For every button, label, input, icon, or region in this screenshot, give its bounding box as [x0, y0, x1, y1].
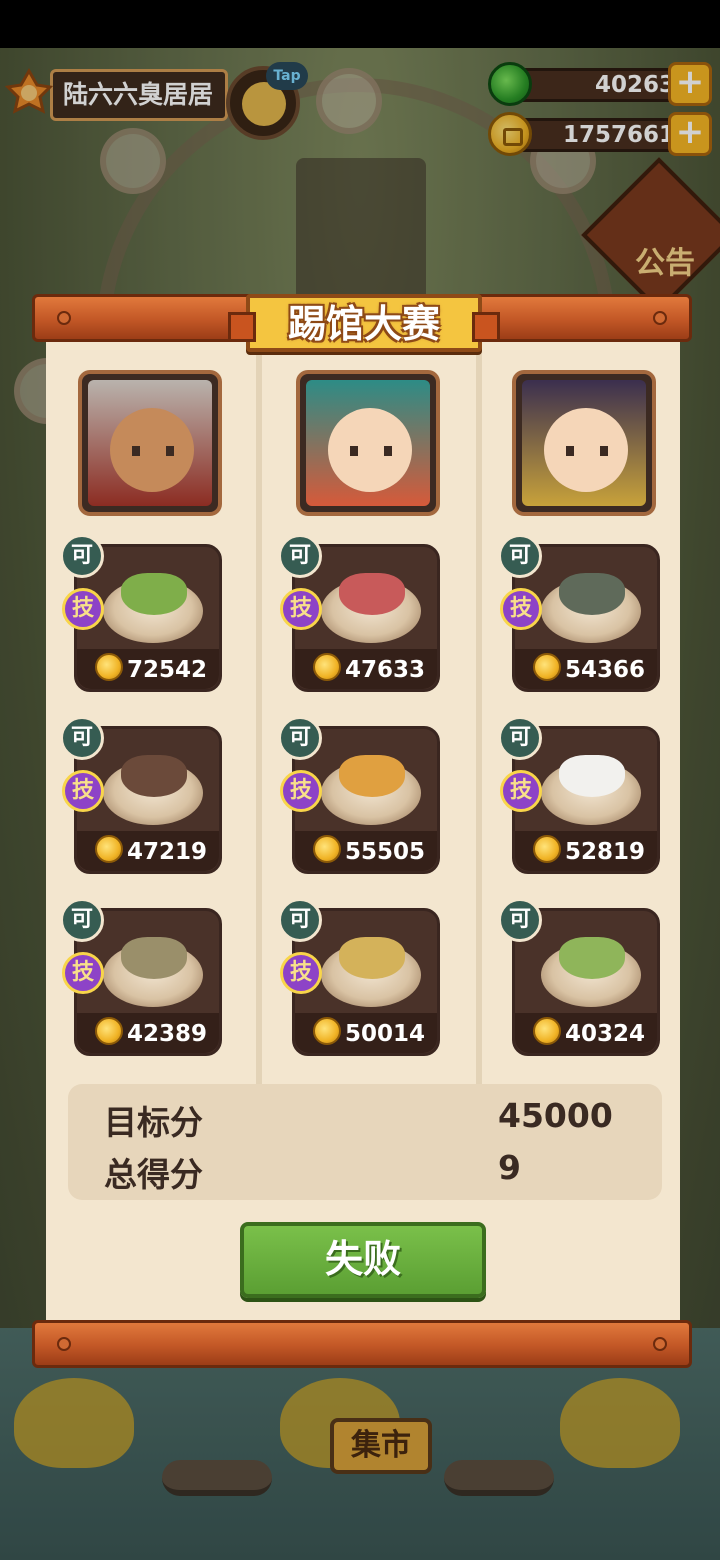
dish-food-icon: [121, 755, 187, 797]
available-badge: 可: [498, 898, 542, 942]
dish-food-icon: [121, 573, 187, 615]
portrait-eyes: [350, 446, 392, 456]
dish-food-icon: [559, 573, 625, 615]
dish-food-icon: [339, 755, 405, 797]
dish-price: 72542: [127, 657, 208, 683]
coin-icon: [313, 1017, 341, 1045]
available-badge: 可: [278, 898, 322, 942]
portrait-eyes: [132, 446, 174, 456]
opponent-portrait-3[interactable]: [512, 370, 656, 516]
target-score-value: 45000: [498, 1096, 613, 1135]
rod-nail: [653, 311, 667, 325]
available-badge: 可: [498, 534, 542, 578]
skill-badge: 技: [280, 952, 322, 994]
dish-price: 47633: [345, 657, 426, 683]
opponent-portrait-1[interactable]: [78, 370, 222, 516]
modal-title: 踢馆大赛: [287, 302, 440, 346]
dish-food-icon: [559, 937, 625, 979]
fail-button-label: 失败: [324, 1237, 401, 1281]
column-divider: [256, 340, 262, 1084]
available-badge: 可: [278, 716, 322, 760]
dish-price: 54366: [565, 657, 646, 683]
rod-nail: [57, 311, 71, 325]
score-panel: 目标分 45000 总得分 9: [68, 1084, 662, 1200]
dish-price: 52819: [565, 839, 646, 865]
dish-food-icon: [121, 937, 187, 979]
qing-official-portrait: [522, 380, 646, 506]
scroll-bottom-rod: [32, 1320, 692, 1368]
white-haired-chef-portrait: [88, 380, 212, 506]
coin-icon: [533, 835, 561, 863]
rod-nail: [653, 1337, 667, 1351]
dish-price: 50014: [345, 1021, 426, 1047]
total-score-label: 总得分: [104, 1155, 203, 1194]
coin-icon: [313, 653, 341, 681]
modal-title-plate: 踢馆大赛: [228, 294, 500, 352]
dish-price: 47219: [127, 839, 208, 865]
opponent-portrait-2[interactable]: [296, 370, 440, 516]
dish-price: 55505: [345, 839, 426, 865]
available-badge: 可: [278, 534, 322, 578]
available-badge: 可: [60, 716, 104, 760]
coin-icon: [533, 653, 561, 681]
skill-badge: 技: [62, 588, 104, 630]
red-haired-chef-portrait: [306, 380, 430, 506]
dish-food-icon: [339, 573, 405, 615]
dish-price: 40324: [565, 1021, 646, 1047]
coin-icon: [533, 1017, 561, 1045]
target-score-label: 目标分: [104, 1103, 203, 1142]
coin-icon: [313, 835, 341, 863]
skill-badge: 技: [500, 770, 542, 812]
portrait-eyes: [566, 446, 608, 456]
dish-food-icon: [559, 755, 625, 797]
total-score-value: 9: [498, 1148, 521, 1187]
coin-icon: [95, 653, 123, 681]
coin-icon: [95, 1017, 123, 1045]
skill-badge: 技: [62, 770, 104, 812]
available-badge: 可: [60, 534, 104, 578]
dish-price: 42389: [127, 1021, 208, 1047]
skill-badge: 技: [62, 952, 104, 994]
dish-food-icon: [339, 937, 405, 979]
skill-badge: 技: [280, 770, 322, 812]
skill-badge: 技: [500, 588, 542, 630]
skill-badge: 技: [280, 588, 322, 630]
rod-nail: [57, 1337, 71, 1351]
column-divider: [476, 340, 482, 1084]
fail-result-button[interactable]: 失败: [240, 1222, 486, 1298]
available-badge: 可: [498, 716, 542, 760]
coin-icon: [95, 835, 123, 863]
available-badge: 可: [60, 898, 104, 942]
